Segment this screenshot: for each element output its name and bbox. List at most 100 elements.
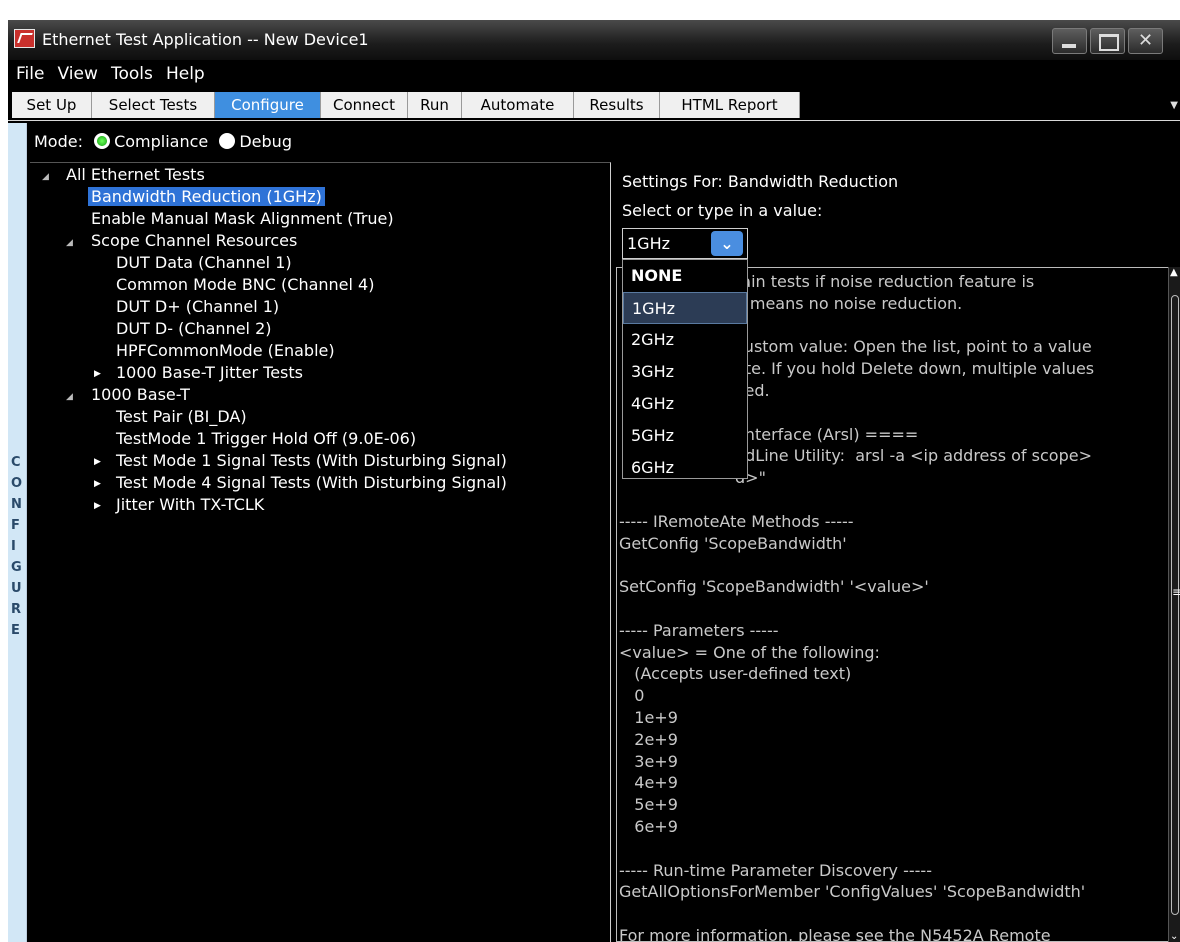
scroll-down-icon[interactable]: ⌄ <box>1170 931 1178 942</box>
collapse-icon[interactable]: ◢ <box>66 238 73 248</box>
menu-tools[interactable]: Tools <box>111 62 153 86</box>
tree-item[interactable]: 1000 Base-T <box>91 384 190 406</box>
expand-icon[interactable]: ▶ <box>94 457 101 467</box>
side-label-letter: E <box>11 623 20 638</box>
dropdown-option-selected[interactable]: 1GHz <box>623 292 747 324</box>
tree-item[interactable]: DUT D+ (Channel 1) <box>116 296 279 318</box>
tab-automate[interactable]: Automate <box>462 92 574 118</box>
tree-item[interactable]: TestMode 1 Trigger Hold Off (9.0E-06) <box>116 428 416 450</box>
compliance-label[interactable]: Compliance <box>114 132 208 151</box>
description-line: 1e+9 <box>619 708 678 727</box>
description-line: 5e+9 <box>619 795 678 815</box>
settings-pane: Settings For: Bandwidth Reduction Select… <box>612 162 1180 942</box>
dropdown-option[interactable]: 6GHz <box>623 452 747 484</box>
expand-icon[interactable]: ▶ <box>94 501 101 511</box>
description-line: 4e+9 <box>619 773 678 793</box>
tree-item[interactable]: 1000 Base-T Jitter Tests <box>116 362 303 384</box>
description-line: SetConfig 'ScopeBandwidth' '<value>' <box>619 577 929 597</box>
tab-set-up[interactable]: Set Up <box>12 92 92 118</box>
app-window: Ethernet Test Application -- New Device1… <box>8 20 1180 942</box>
description-line: ----- Run-time Parameter Discovery ----- <box>619 860 932 880</box>
menu-view[interactable]: View <box>58 62 98 86</box>
dropdown-option[interactable]: NONE <box>623 260 747 292</box>
description-line: tain tests if noise reduction feature is <box>735 272 1035 291</box>
scroll-thumb[interactable] <box>1171 295 1179 915</box>
tab-html-report[interactable]: HTML Report <box>660 92 800 118</box>
app-logo-icon <box>14 29 35 48</box>
tree-item[interactable]: HPFCommonMode (Enable) <box>116 340 335 362</box>
side-label-letter: U <box>11 581 22 596</box>
tree-item[interactable]: Test Mode 4 Signal Tests (With Disturbin… <box>116 472 507 494</box>
combobox-value[interactable]: 1GHz <box>627 234 670 253</box>
dropdown-option[interactable]: 4GHz <box>623 388 747 420</box>
description-line: (Accepts user-defined text) <box>619 664 852 684</box>
collapse-icon[interactable]: ◢ <box>66 392 73 402</box>
tree-item[interactable]: Enable Manual Mask Alignment (True) <box>91 208 394 230</box>
dropdown-option[interactable]: 5GHz <box>623 420 747 452</box>
tree-item[interactable]: Test Pair (BI_DA) <box>116 406 247 428</box>
tree-item[interactable]: Jitter With TX-TCLK <box>116 494 264 516</box>
grip-icon: ≡ <box>1172 585 1180 599</box>
side-label-letter: I <box>11 539 16 554</box>
debug-radio[interactable] <box>219 133 236 149</box>
chevron-down-icon[interactable]: ⌄ <box>711 231 743 256</box>
dropdown-option[interactable]: 2GHz <box>623 324 747 356</box>
menu-help[interactable]: Help <box>166 62 205 86</box>
description-scrollbar[interactable]: ▲ ≡ ⌄ <box>1168 267 1180 942</box>
description-line: o means no noise reduction. <box>735 293 963 313</box>
mode-label: Mode: <box>34 132 83 151</box>
tree-item[interactable]: Test Mode 1 Signal Tests (With Disturbin… <box>116 450 507 472</box>
description-line: 2e+9 <box>619 729 678 749</box>
tab-scroll-icon[interactable]: ▼ <box>1170 100 1178 111</box>
scroll-up-icon[interactable]: ▲ <box>1170 267 1178 278</box>
menu-bar: File View Tools Help <box>8 62 1180 86</box>
test-tree: ◢ All Ethernet Tests Bandwidth Reduction… <box>30 162 611 942</box>
tab-results[interactable]: Results <box>574 92 660 118</box>
tree-item[interactable]: All Ethernet Tests <box>66 164 205 186</box>
value-combobox[interactable]: 1GHz ⌄ <box>622 228 748 259</box>
tree-item[interactable]: DUT D- (Channel 2) <box>116 318 272 340</box>
description-line: GetConfig 'ScopeBandwidth' <box>619 533 847 553</box>
tree-item-selected[interactable]: Bandwidth Reduction (1GHz) <box>88 186 325 208</box>
side-label-letter: G <box>11 560 22 575</box>
tab-bar: Set Up Select Tests Configure Connect Ru… <box>8 90 1180 121</box>
menu-file[interactable]: File <box>16 62 44 86</box>
window-title: Ethernet Test Application -- New Device1 <box>42 30 369 49</box>
description-line: GetAllOptionsForMember 'ConfigValues' 'S… <box>619 882 1086 902</box>
description-line: 6e+9 <box>619 817 678 836</box>
maximize-button[interactable] <box>1090 28 1125 54</box>
side-label-letter: N <box>11 497 22 512</box>
minimize-button[interactable] <box>1052 28 1087 54</box>
description-line: ----- IRemoteAte Methods ----- <box>619 511 854 531</box>
description-line: ----- Parameters ----- <box>619 620 779 640</box>
tab-connect[interactable]: Connect <box>321 92 408 118</box>
configure-side-strip: CONFIGURE <box>8 123 27 942</box>
tree-item[interactable]: Common Mode BNC (Channel 4) <box>116 274 374 296</box>
tree-item[interactable]: DUT Data (Channel 1) <box>116 252 292 274</box>
settings-title: Settings For: Bandwidth Reduction <box>622 172 899 191</box>
description-line: For more information, please see the N54… <box>619 926 1051 942</box>
description-line: ndLine Utility: arsl -a <ip address of s… <box>735 446 1092 466</box>
expand-icon[interactable]: ▶ <box>94 369 101 379</box>
description-line: Interface (Arsl) ==== <box>735 424 919 444</box>
dropdown-option[interactable]: 3GHz <box>623 356 747 388</box>
tab-run[interactable]: Run <box>408 92 462 118</box>
tab-configure[interactable]: Configure <box>215 92 321 118</box>
tab-select-tests[interactable]: Select Tests <box>92 92 215 118</box>
close-button[interactable] <box>1128 28 1163 54</box>
tree-item[interactable]: Scope Channel Resources <box>91 230 297 252</box>
side-label-letter: R <box>11 602 22 617</box>
description-line: ete. If you hold Delete down, multiple v… <box>735 359 1095 379</box>
collapse-icon[interactable]: ◢ <box>42 172 49 182</box>
side-label-letter: F <box>11 518 20 533</box>
mode-selector: Mode: Compliance Debug <box>34 132 292 151</box>
debug-label[interactable]: Debug <box>239 132 292 151</box>
side-label-letter: O <box>11 476 23 491</box>
description-line: 0 <box>619 686 645 706</box>
expand-icon[interactable]: ▶ <box>94 479 101 489</box>
title-bar[interactable]: Ethernet Test Application -- New Device1 <box>8 20 1180 60</box>
description-line: custom value: Open the list, point to a … <box>735 337 1092 357</box>
side-label-letter: C <box>11 455 21 470</box>
compliance-radio[interactable] <box>94 133 111 149</box>
select-label: Select or type in a value: <box>622 201 823 220</box>
